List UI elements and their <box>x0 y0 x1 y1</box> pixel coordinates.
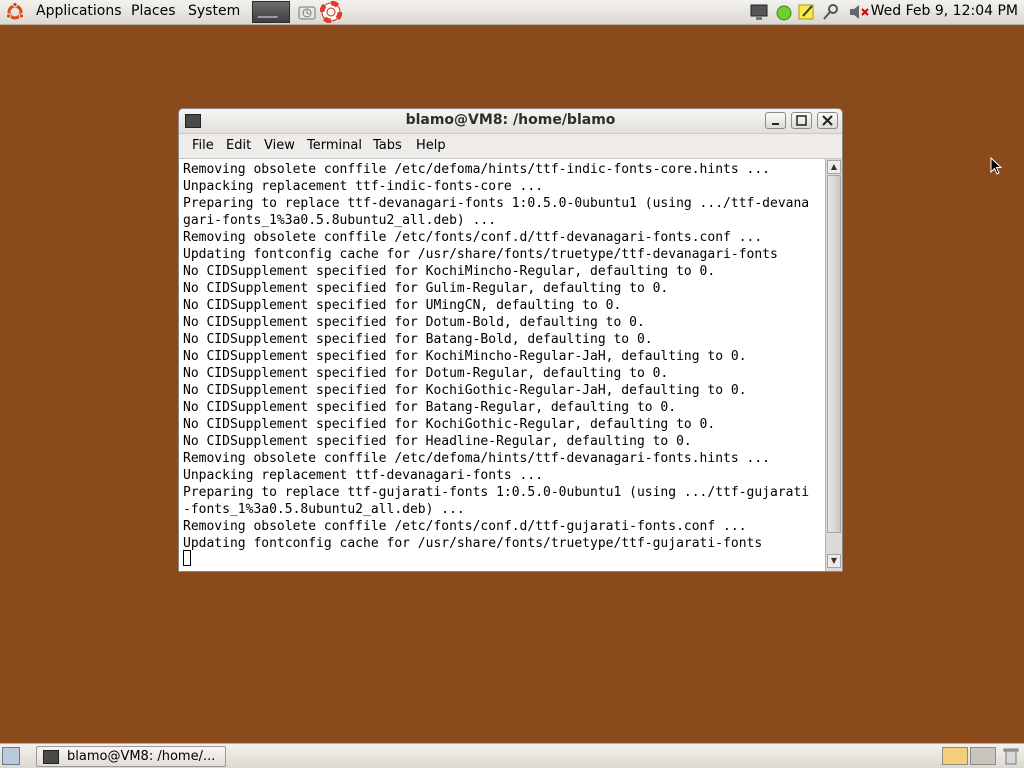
terminal-line: No CIDSupplement specified for KochiGoth… <box>183 383 747 398</box>
bottom-panel: blamo@VM8: /home/... <box>0 743 1024 768</box>
trash-icon[interactable] <box>1001 746 1021 766</box>
terminal-line: No CIDSupplement specified for UMingCN, … <box>183 298 622 313</box>
view-menu[interactable]: View <box>260 134 299 158</box>
terminal-line: No CIDSupplement specified for KochiGoth… <box>183 417 716 432</box>
terminal-output[interactable]: Removing obsolete conffile /etc/defoma/h… <box>179 159 825 571</box>
terminal-line: Removing obsolete conffile /etc/defoma/h… <box>183 162 770 177</box>
file-menu[interactable]: File <box>188 134 218 158</box>
terminal-line: No CIDSupplement specified for KochiMinc… <box>183 349 747 364</box>
mouse-pointer-icon <box>990 157 1003 175</box>
terminal-task-icon <box>43 750 59 764</box>
volume-muted-icon[interactable] <box>848 3 870 21</box>
maximize-button[interactable] <box>791 112 812 129</box>
notes-pencil-icon[interactable] <box>797 3 817 21</box>
network-status-icon[interactable] <box>774 3 794 21</box>
system-menu[interactable]: System <box>184 0 244 24</box>
places-menu[interactable]: Places <box>127 0 180 24</box>
terminal-line: No CIDSupplement specified for Headline-… <box>183 434 692 449</box>
terminal-menubar: File Edit View Terminal Tabs Help <box>179 134 842 159</box>
terminal-line: Updating fontconfig cache for /usr/share… <box>183 247 778 262</box>
applications-menu[interactable]: Applications <box>32 0 126 24</box>
taskbar-terminal-label: blamo@VM8: /home/... <box>67 749 216 764</box>
tabs-menu[interactable]: Tabs <box>369 134 406 158</box>
terminal-line: Preparing to replace ttf-gujarati-fonts … <box>183 485 810 500</box>
terminal-line: No CIDSupplement specified for KochiMinc… <box>183 264 716 279</box>
workspace-2[interactable] <box>970 747 996 765</box>
window-titlebar[interactable]: blamo@VM8: /home/blamo <box>179 109 842 134</box>
edit-menu[interactable]: Edit <box>222 134 255 158</box>
terminal-menu[interactable]: Terminal <box>303 134 366 158</box>
top-panel: Applications Places System Wed Feb 9, 12… <box>0 0 1024 25</box>
search-tray-icon[interactable] <box>821 3 841 21</box>
terminal-launcher-icon[interactable] <box>252 1 290 23</box>
text-cursor <box>183 550 191 566</box>
minimize-icon <box>772 123 779 125</box>
monitor-tray-icon[interactable] <box>749 3 769 21</box>
terminal-line: No CIDSupplement specified for Dotum-Bol… <box>183 315 645 330</box>
vertical-scrollbar[interactable]: ▲ ▼ <box>825 159 842 571</box>
scrollbar-thumb[interactable] <box>827 175 841 533</box>
terminal-line: No CIDSupplement specified for Gulim-Reg… <box>183 281 669 296</box>
close-button[interactable] <box>817 112 838 129</box>
scroll-up-arrow-icon[interactable]: ▲ <box>827 160 841 174</box>
maximize-icon <box>796 115 807 126</box>
terminal-line: -fonts_1%3a0.5.8ubuntu2_all.deb) ... <box>183 502 465 517</box>
help-menu[interactable]: Help <box>412 134 450 158</box>
terminal-window: blamo@VM8: /home/blamo File Edit View Te… <box>178 108 843 572</box>
terminal-line: No CIDSupplement specified for Batang-Re… <box>183 400 677 415</box>
ubuntu-logo-icon[interactable] <box>5 2 25 22</box>
terminal-line: Removing obsolete conffile /etc/defoma/h… <box>183 451 770 466</box>
terminal-line: Preparing to replace ttf-devanagari-font… <box>183 196 810 211</box>
terminal-line: Removing obsolete conffile /etc/fonts/co… <box>183 519 747 534</box>
terminal-line: No CIDSupplement specified for Dotum-Reg… <box>183 366 669 381</box>
taskbar-terminal-button[interactable]: blamo@VM8: /home/... <box>36 746 226 767</box>
terminal-line: Unpacking replacement ttf-devanagari-fon… <box>183 468 544 483</box>
email-launcher-icon[interactable] <box>296 1 318 23</box>
show-desktop-icon[interactable] <box>2 747 20 765</box>
terminal-line: Unpacking replacement ttf-indic-fonts-co… <box>183 179 544 194</box>
scroll-down-arrow-icon[interactable]: ▼ <box>827 554 841 568</box>
workspace-1[interactable] <box>942 747 968 765</box>
minimize-button[interactable] <box>765 112 786 129</box>
window-title: blamo@VM8: /home/blamo <box>405 112 616 128</box>
terminal-line: Removing obsolete conffile /etc/fonts/co… <box>183 230 763 245</box>
terminal-line: Updating fontconfig cache for /usr/share… <box>183 536 763 551</box>
help-lifebuoy-icon[interactable] <box>320 1 342 23</box>
terminal-line: No CIDSupplement specified for Batang-Bo… <box>183 332 653 347</box>
clock[interactable]: Wed Feb 9, 12:04 PM <box>871 0 1018 24</box>
terminal-line: gari-fonts_1%3a0.5.8ubuntu2_all.deb) ... <box>183 213 497 228</box>
close-icon <box>822 115 833 126</box>
